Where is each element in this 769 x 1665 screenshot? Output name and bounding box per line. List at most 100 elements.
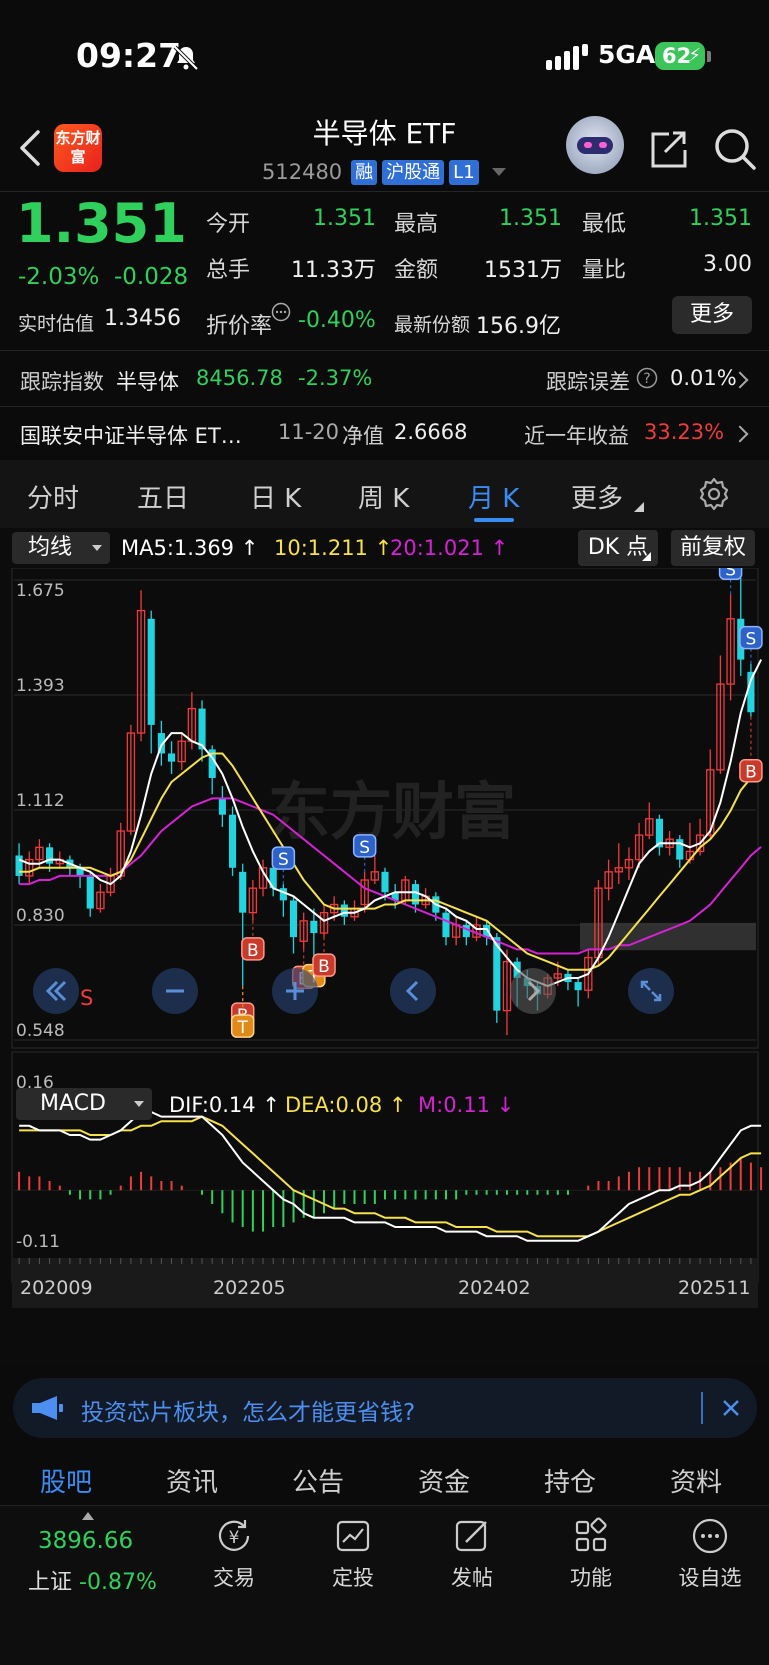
discount-label: 折价率 — [206, 314, 273, 339]
amount-value: 1531万 — [484, 258, 562, 283]
info-icon[interactable] — [271, 302, 291, 322]
dk-point-label: DK 点 — [587, 535, 649, 560]
yuan-cycle-icon: ¥ — [218, 1520, 250, 1551]
signal-label: B — [318, 957, 330, 977]
candle-body — [86, 875, 94, 909]
tab-intraday[interactable]: 分时 — [27, 478, 79, 515]
tab-five-day[interactable]: 五日 — [137, 478, 189, 515]
zoom-out-button[interactable] — [152, 968, 198, 1014]
signal-label: B — [745, 763, 757, 783]
low-value: 1.351 — [689, 206, 752, 231]
ma10-label: 10:1.211 ↑ — [274, 536, 393, 560]
volume-ratio-label: 量比 — [582, 258, 627, 283]
sub-indicator-select[interactable]: MACD — [16, 1088, 152, 1120]
battery-indicator: 62 ⚡ — [655, 42, 705, 70]
tab-forum[interactable]: 股吧 — [40, 1462, 92, 1499]
x-axis-band — [12, 1258, 758, 1308]
add-watchlist-button[interactable]: 设自选 — [670, 1516, 750, 1592]
tracking-index-row[interactable]: 跟踪指数 半导体 8456.78 -2.37% 跟踪误差 ? 0.01% — [0, 352, 769, 406]
x-tick-label: 202205 — [213, 1277, 286, 1299]
open-label: 今开 — [206, 212, 251, 237]
assistant-robot-icon[interactable] — [566, 116, 624, 174]
nav-value: 2.6668 — [394, 420, 468, 444]
iopv-value: 1.3456 — [104, 306, 181, 331]
battery-level: 62 — [662, 44, 692, 68]
candlestick-chart[interactable]: 1.6751.3931.1120.8300.548东方财富BTBSBTBSSSB… — [0, 568, 769, 1363]
candle-body — [289, 900, 298, 938]
tab-announcements[interactable]: 公告 — [292, 1462, 344, 1499]
indicator-select-label: 均线 — [28, 535, 73, 560]
help-icon[interactable]: ? — [636, 367, 658, 389]
dropdown-caret-icon — [491, 168, 506, 176]
tab-holdings[interactable]: 持仓 — [544, 1462, 596, 1499]
expand-icon — [640, 980, 662, 1002]
security-subtitle[interactable]: 512480 融 沪股通 L1 — [262, 158, 506, 186]
candle-body — [411, 884, 420, 905]
dea-label: DEA:0.08 ↑ — [285, 1093, 407, 1117]
functions-button[interactable]: 功能 — [551, 1516, 631, 1592]
tab-fund-flow[interactable]: 资金 — [418, 1462, 470, 1499]
post-button[interactable]: 发帖 — [432, 1516, 512, 1592]
info-tabs: 股吧 资讯 公告 资金 持仓 资料 — [0, 1452, 769, 1504]
scroll-left-button[interactable] — [390, 968, 436, 1014]
signal-label: S — [278, 850, 289, 870]
search-icon[interactable] — [712, 126, 758, 172]
x-tick-label: 202511 — [678, 1277, 751, 1299]
chart-box-icon — [336, 1520, 370, 1552]
bottom-toolbar: 3896.66 上证 -0.87% ¥ 交易 定投 发帖 功能 设自选 — [0, 1505, 769, 1665]
adjust-button[interactable]: 前复权 — [671, 530, 755, 566]
status-bar: 09:27 5GA 62 ⚡ — [0, 0, 769, 110]
tab-news[interactable]: 资讯 — [166, 1462, 218, 1499]
functions-label: 功能 — [570, 1566, 612, 1590]
candle-body — [15, 855, 23, 876]
plus-icon — [286, 982, 304, 1000]
high-label: 最高 — [394, 212, 439, 237]
tag-level: L1 — [449, 159, 479, 185]
tab-profile[interactable]: 资料 — [670, 1462, 722, 1499]
candle-body — [239, 871, 247, 913]
more-dots-icon — [692, 1518, 728, 1554]
return-label: 近一年收益 — [524, 424, 629, 448]
edit-icon — [455, 1520, 487, 1552]
market-index-change: -0.87% — [79, 1570, 157, 1595]
close-icon[interactable] — [719, 1396, 743, 1420]
price-change: -2.03% -0.028 — [18, 264, 188, 290]
market-index-widget[interactable]: 上证 -0.87% — [28, 1564, 157, 1596]
m-label: M:0.11 ↓ — [418, 1093, 515, 1117]
amount-label: 金额 — [394, 258, 439, 283]
trade-button[interactable]: ¥ 交易 — [194, 1516, 274, 1592]
candle-body — [310, 920, 318, 934]
signal-s-label: S — [80, 986, 94, 1010]
double-chevron-left-icon — [45, 980, 67, 1002]
active-tab-indicator — [474, 518, 514, 522]
fund-name: 国联安中证半导体 ET… — [20, 424, 242, 448]
tab-weekly-k[interactable]: 周 K — [358, 478, 409, 515]
y-tick-label: 1.112 — [16, 791, 65, 811]
tab-monthly-k[interactable]: 月 K — [468, 478, 519, 515]
more-quote-button[interactable]: 更多 — [672, 296, 752, 334]
share-icon[interactable] — [647, 128, 689, 170]
fullscreen-button[interactable] — [628, 968, 674, 1014]
chevron-left-icon — [405, 980, 419, 1002]
y-tick-label: 0.830 — [16, 906, 65, 926]
change-amount: -0.028 — [114, 264, 189, 290]
svg-text:?: ? — [643, 371, 650, 387]
fund-info-row[interactable]: 国联安中证半导体 ET… 11-20 净值 2.6668 近一年收益 33.23… — [0, 406, 769, 460]
zoom-in-button[interactable] — [272, 968, 318, 1014]
tab-daily-k[interactable]: 日 K — [250, 478, 301, 515]
tab-more[interactable]: 更多 — [571, 478, 623, 515]
dk-point-button[interactable]: DK 点 — [578, 530, 658, 566]
scroll-right-button[interactable] — [510, 968, 556, 1014]
candle-body — [574, 982, 582, 991]
tracking-index-value: 8456.78 — [196, 366, 283, 390]
watermark: 东方财富 — [268, 775, 516, 848]
candle-body — [279, 888, 287, 901]
indicator-select[interactable]: 均线 — [12, 532, 110, 564]
ad-banner[interactable]: 投资芯片板块，怎么才能更省钱? — [13, 1378, 757, 1438]
auto-invest-button[interactable]: 定投 — [313, 1516, 393, 1592]
scroll-left-fast-button[interactable] — [33, 968, 79, 1014]
candle-body — [167, 753, 176, 762]
price-band — [580, 922, 756, 951]
gear-icon[interactable] — [696, 476, 732, 512]
nav-date: 11-20 — [278, 420, 340, 444]
